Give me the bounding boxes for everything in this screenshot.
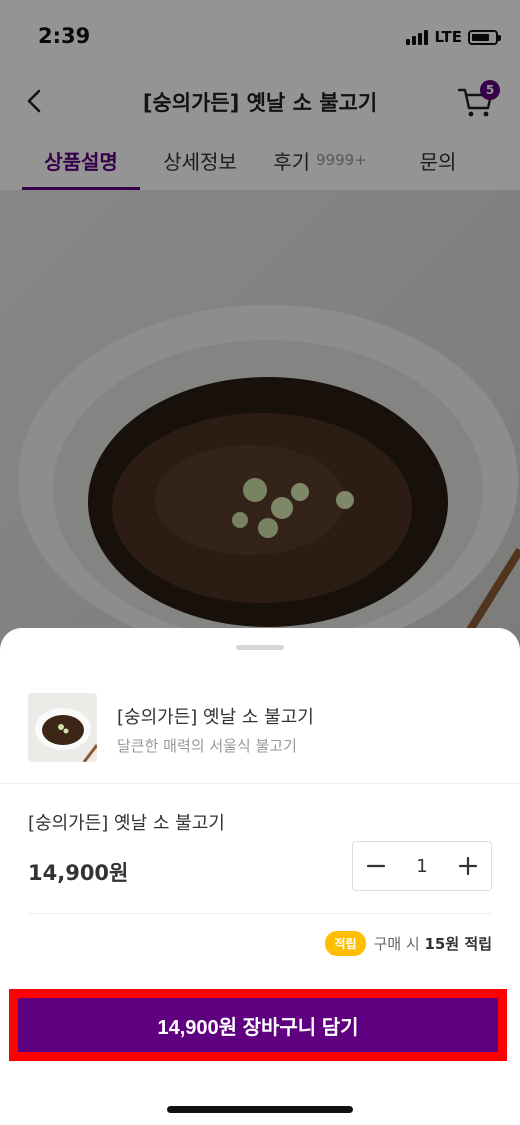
home-indicator xyxy=(167,1106,353,1113)
product-name: [숭의가든] 옛날 소 불고기 xyxy=(117,707,314,728)
product-description: 달큰한 매력의 서울식 불고기 xyxy=(117,737,297,755)
increase-quantity-button[interactable] xyxy=(445,842,491,890)
add-to-cart-button[interactable]: 14,900원 장바구니 담기 xyxy=(18,998,498,1052)
quantity-value: 1 xyxy=(416,855,428,877)
divider xyxy=(28,913,492,914)
option-price: 14,900원 xyxy=(28,861,129,885)
points-info: 적립 구매 시 15원 적립 xyxy=(325,931,492,956)
minus-icon xyxy=(366,864,386,868)
quantity-stepper: 1 xyxy=(352,841,492,891)
option-name: [숭의가든] 옛날 소 불고기 xyxy=(28,813,225,834)
product-thumbnail xyxy=(28,693,97,762)
plus-icon xyxy=(458,856,478,876)
decrease-quantity-button[interactable] xyxy=(353,842,399,890)
points-amount: 15원 적립 xyxy=(424,935,493,953)
points-prefix: 구매 시 xyxy=(373,935,425,953)
product-summary: [숭의가든] 옛날 소 불고기 달큰한 매력의 서울식 불고기 xyxy=(28,693,492,763)
divider xyxy=(0,783,520,784)
add-to-cart-sheet: [숭의가든] 옛날 소 불고기 달큰한 매력의 서울식 불고기 [숭의가든] 옛… xyxy=(0,628,520,1125)
points-text: 구매 시 15원 적립 xyxy=(374,933,492,954)
cta-highlight: 14,900원 장바구니 담기 xyxy=(9,989,507,1061)
sheet-handle[interactable] xyxy=(236,645,284,650)
points-badge: 적립 xyxy=(325,931,366,956)
